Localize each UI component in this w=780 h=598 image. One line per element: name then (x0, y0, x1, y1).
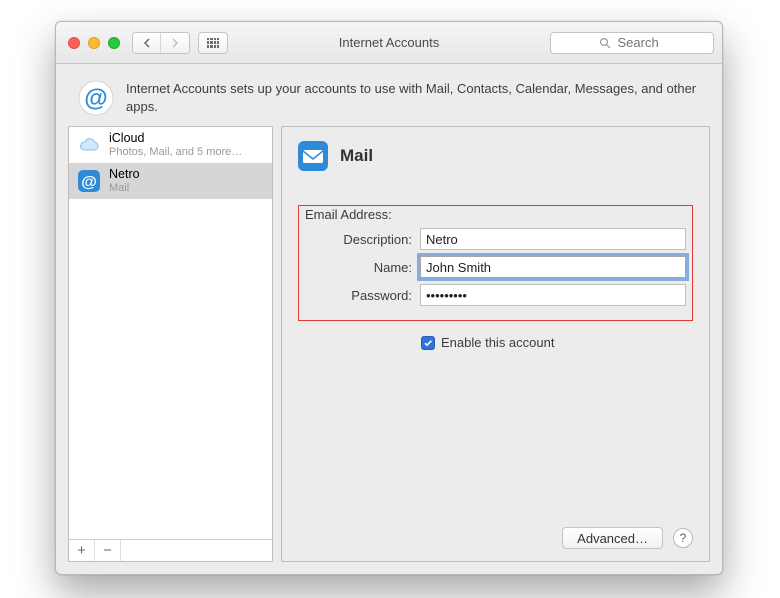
password-input[interactable] (420, 284, 686, 306)
advanced-button[interactable]: Advanced… (562, 527, 663, 549)
preferences-window: Internet Accounts @ Internet Accounts se… (55, 21, 723, 575)
detail-header: Mail (298, 141, 693, 171)
enable-account-row[interactable]: Enable this account (421, 335, 693, 350)
minimize-window[interactable] (88, 37, 100, 49)
icloud-icon (77, 133, 101, 157)
enable-account-checkbox[interactable] (421, 336, 435, 350)
accounts-list: iCloud Photos, Mail, and 5 more… @ Netro… (69, 127, 272, 539)
svg-text:@: @ (81, 174, 97, 191)
search-input[interactable] (616, 34, 666, 51)
account-name: iCloud (109, 132, 242, 146)
grid-icon (207, 38, 219, 48)
at-badge-icon: @ (77, 169, 101, 193)
description-input[interactable] (420, 228, 686, 250)
enable-account-label: Enable this account (441, 335, 554, 350)
titlebar: Internet Accounts (56, 22, 722, 64)
name-input[interactable] (420, 256, 686, 278)
section-label: Email Address: (305, 207, 686, 222)
description-label: Description: (305, 232, 420, 247)
svg-text:@: @ (84, 85, 107, 112)
help-button[interactable]: ? (673, 528, 693, 548)
window-controls (68, 37, 120, 49)
checkmark-icon (423, 338, 433, 348)
name-label: Name: (305, 260, 420, 275)
detail-title: Mail (340, 146, 373, 166)
description-band: @ Internet Accounts sets up your account… (56, 64, 722, 126)
content-split: iCloud Photos, Mail, and 5 more… @ Netro… (56, 126, 722, 574)
nav-back-button[interactable] (133, 33, 161, 53)
chevron-right-icon (171, 38, 179, 48)
account-item-icloud[interactable]: iCloud Photos, Mail, and 5 more… (69, 127, 272, 163)
nav-back-forward (132, 32, 190, 54)
search-field-wrap[interactable] (550, 32, 714, 54)
description-row: Description: (305, 228, 686, 250)
chevron-left-icon (143, 38, 151, 48)
account-name: Netro (109, 168, 140, 182)
sidebar-footer: + − (69, 539, 272, 561)
account-subtitle: Photos, Mail, and 5 more… (109, 146, 242, 158)
mail-app-icon (298, 141, 328, 171)
zoom-window[interactable] (108, 37, 120, 49)
at-icon: @ (78, 80, 114, 116)
account-subtitle: Mail (109, 182, 140, 194)
name-row: Name: (305, 256, 686, 278)
account-detail-pane: Mail Email Address: Description: Name: P… (281, 126, 710, 562)
remove-account-button[interactable]: − (95, 540, 121, 561)
account-item-netro[interactable]: @ Netro Mail (69, 163, 272, 199)
detail-footer: Advanced… ? (298, 527, 693, 549)
nav-forward-button[interactable] (161, 33, 189, 53)
search-icon (599, 37, 611, 49)
password-row: Password: (305, 284, 686, 306)
description-text: Internet Accounts sets up your accounts … (126, 80, 700, 115)
show-all-button[interactable] (198, 32, 228, 54)
accounts-sidebar: iCloud Photos, Mail, and 5 more… @ Netro… (68, 126, 273, 562)
email-address-section: Email Address: Description: Name: Passwo… (298, 205, 693, 321)
close-window[interactable] (68, 37, 80, 49)
add-account-button[interactable]: + (69, 540, 95, 561)
password-label: Password: (305, 288, 420, 303)
